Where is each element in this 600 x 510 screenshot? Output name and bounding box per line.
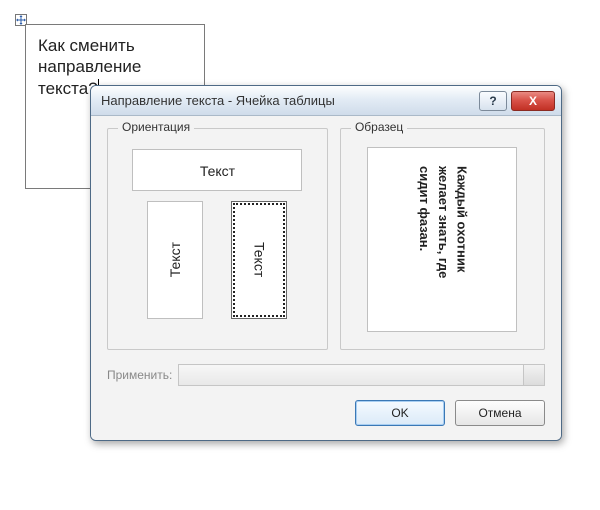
- orientation-legend: Ориентация: [118, 120, 194, 134]
- ok-button[interactable]: OK: [355, 400, 445, 426]
- sample-group: Образец Каждый охотник желает знать, где…: [340, 128, 545, 350]
- orientation-option-horizontal[interactable]: Текст: [132, 149, 302, 191]
- dialog-titlebar[interactable]: Направление текста - Ячейка таблицы ? X: [91, 86, 561, 116]
- apply-to-combobox[interactable]: [178, 364, 545, 386]
- dialog-body: Ориентация Текст Текст Текст Образец Каж…: [91, 116, 561, 440]
- sample-preview: Каждый охотник желает знать, где сидит ф…: [367, 147, 517, 332]
- help-icon: ?: [489, 94, 496, 108]
- dialog-title: Направление текста - Ячейка таблицы: [101, 93, 475, 108]
- sample-text: Каждый охотник желает знать, где сидит ф…: [414, 166, 471, 313]
- cancel-button[interactable]: Отмена: [455, 400, 545, 426]
- close-icon: X: [529, 94, 537, 108]
- orientation-option-vertical-right[interactable]: Текст: [231, 201, 287, 319]
- orientation-option-label: Текст: [200, 163, 235, 179]
- text-direction-dialog: Направление текста - Ячейка таблицы ? X …: [90, 85, 562, 441]
- close-button[interactable]: X: [511, 91, 555, 111]
- orientation-option-label: Текст: [251, 242, 267, 277]
- apply-label: Применить:: [107, 368, 172, 382]
- help-button[interactable]: ?: [479, 91, 507, 111]
- orientation-option-label: Текст: [167, 242, 183, 277]
- orientation-option-vertical-left[interactable]: Текст: [147, 201, 203, 319]
- chevron-down-icon: [530, 373, 538, 378]
- orientation-group: Ориентация Текст Текст Текст: [107, 128, 328, 350]
- sample-legend: Образец: [351, 120, 407, 134]
